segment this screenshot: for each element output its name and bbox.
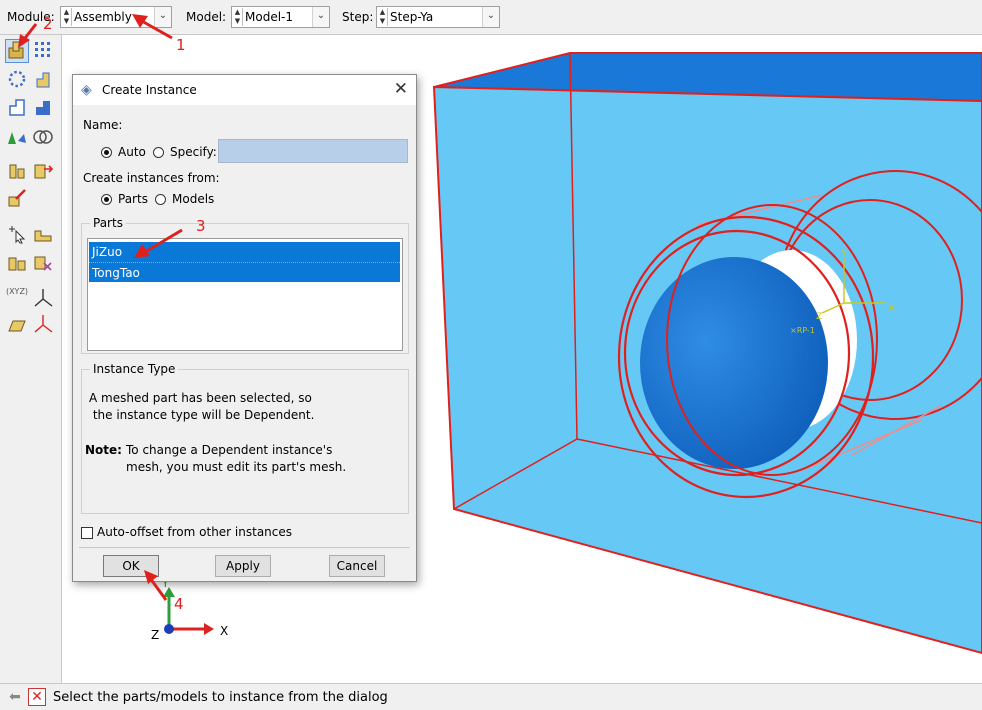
annotation-4: 4 [174, 595, 184, 613]
annotation-3: 3 [196, 217, 206, 235]
annotation-1: 1 [176, 36, 186, 54]
annotation-2: 2 [43, 15, 53, 33]
annotation-overlay [18, 14, 183, 601]
